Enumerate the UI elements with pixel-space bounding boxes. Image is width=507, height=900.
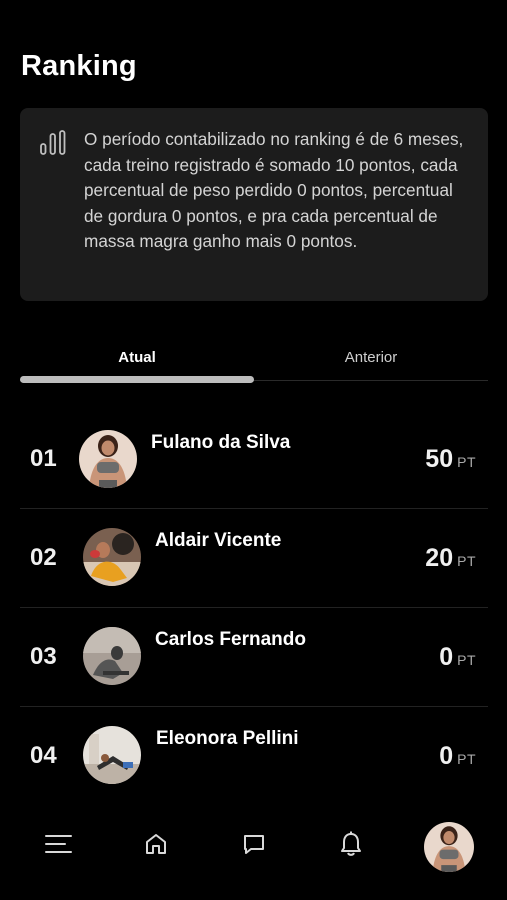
page-title: Ranking xyxy=(21,50,137,82)
bell-icon xyxy=(341,831,361,856)
avatar xyxy=(79,430,137,488)
notifications-button[interactable] xyxy=(331,824,371,864)
athlete-name: Eleonora Pellini xyxy=(156,728,299,749)
avatar xyxy=(83,528,141,586)
ranking-row[interactable]: 01 Fulano da Silva 50 PT xyxy=(20,410,488,509)
bar-chart-icon xyxy=(40,130,66,155)
tab-anterior[interactable]: Anterior xyxy=(254,340,488,376)
athlete-name: Fulano da Silva xyxy=(151,432,291,453)
ranking-info-card: O período contabilizado no ranking é de … xyxy=(20,108,488,301)
ranking-row[interactable]: 02 Aldair Vicente 20 PT xyxy=(20,509,488,608)
score-value: 0 xyxy=(439,643,454,671)
score-value: 20 xyxy=(425,544,454,572)
athlete-score: 0 PT xyxy=(439,742,476,771)
profile-avatar[interactable] xyxy=(424,822,474,872)
chat-button[interactable] xyxy=(234,824,274,864)
athlete-name: Aldair Vicente xyxy=(155,530,282,551)
score-unit: PT xyxy=(457,553,476,569)
active-tab-indicator xyxy=(20,376,254,383)
score-value: 50 xyxy=(425,445,454,473)
athlete-score: 50 PT xyxy=(425,445,476,474)
athlete-name: Carlos Fernando xyxy=(155,629,306,650)
rank-position: 04 xyxy=(30,742,57,769)
score-value: 0 xyxy=(439,742,454,770)
ranking-info-text: O período contabilizado no ranking é de … xyxy=(84,129,464,252)
period-tabs: Atual Anterior xyxy=(20,340,488,385)
athlete-score: 20 PT xyxy=(425,544,476,573)
ranking-row[interactable]: 03 Carlos Fernando 0 PT xyxy=(20,608,488,707)
tab-atual[interactable]: Atual xyxy=(20,340,254,376)
bottom-navigation xyxy=(0,810,507,885)
score-unit: PT xyxy=(457,652,476,668)
menu-button[interactable] xyxy=(39,824,79,864)
athlete-score: 0 PT xyxy=(439,643,476,672)
score-unit: PT xyxy=(457,454,476,470)
avatar xyxy=(83,627,141,685)
menu-icon xyxy=(45,835,72,853)
home-icon xyxy=(146,834,166,854)
rank-position: 03 xyxy=(30,643,57,670)
chat-icon xyxy=(244,835,264,854)
score-unit: PT xyxy=(457,751,476,767)
ranking-row[interactable]: 04 Eleonora Pellini 0 PT xyxy=(20,707,488,806)
ranking-list: 01 Fulano da Silva 50 PT 02 Aldair Vicen… xyxy=(20,410,488,806)
home-button[interactable] xyxy=(136,824,176,864)
avatar xyxy=(83,726,141,784)
rank-position: 01 xyxy=(30,445,57,472)
rank-position: 02 xyxy=(30,544,57,571)
